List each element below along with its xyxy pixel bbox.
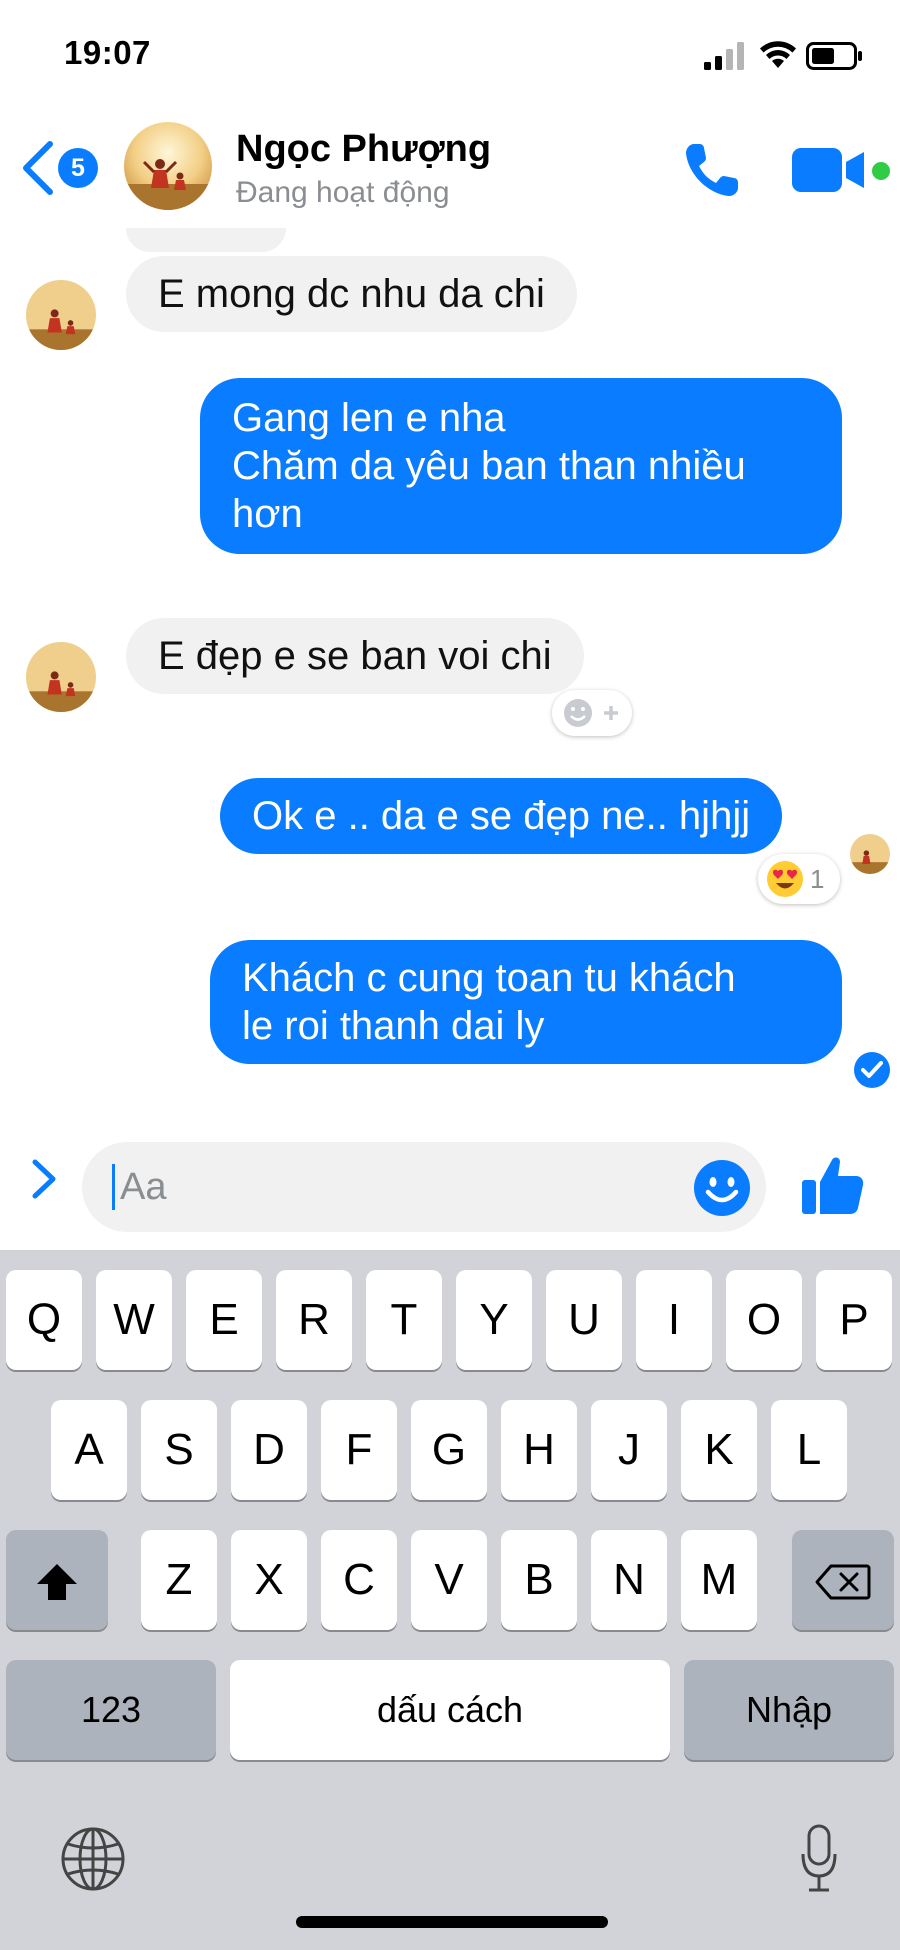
incoming-message[interactable]: E mong dc nhu da chi (126, 256, 577, 332)
home-indicator[interactable] (296, 1916, 608, 1928)
chevron-left-icon (23, 141, 53, 195)
status-bar: 19:07 (0, 0, 900, 110)
status-time: 19:07 (64, 34, 151, 71)
key-l[interactable]: L (771, 1400, 847, 1500)
key-e[interactable]: E (186, 1270, 262, 1370)
delivered-check-icon (854, 1052, 890, 1088)
emoji-icon[interactable] (692, 1158, 752, 1218)
shift-arrow-icon (37, 1564, 77, 1601)
avatar-image (124, 122, 212, 210)
key-n[interactable]: N (591, 1530, 667, 1630)
online-indicator (872, 162, 890, 180)
message-composer (0, 1108, 900, 1250)
backspace-key[interactable] (792, 1530, 894, 1630)
key-w[interactable]: W (96, 1270, 172, 1370)
unread-count-badge: 5 (58, 148, 98, 188)
previous-message-bubble (126, 228, 286, 252)
outgoing-message[interactable]: Gang len e nha Chăm da yêu ban than nhiề… (200, 378, 842, 554)
thumbs-up-icon[interactable] (800, 1152, 866, 1218)
contact-name[interactable]: Ngọc Phượng (236, 128, 491, 171)
globe-icon[interactable] (60, 1826, 126, 1892)
sender-avatar[interactable] (26, 280, 96, 350)
key-r[interactable]: R (276, 1270, 352, 1370)
heart-eyes-emoji-icon (767, 861, 803, 897)
key-o[interactable]: O (726, 1270, 802, 1370)
add-reaction-icon (564, 699, 618, 727)
phone-call-icon[interactable] (680, 138, 744, 202)
key-y[interactable]: Y (456, 1270, 532, 1370)
key-p[interactable]: P (816, 1270, 892, 1370)
key-b[interactable]: B (501, 1530, 577, 1630)
conversation-header: 5 Ngọc Phượng Đang hoạt động (0, 110, 900, 228)
message-text-line: Khách c cung toan tu khách (242, 956, 736, 1000)
avatar-image (26, 642, 96, 712)
chevron-right-icon[interactable] (26, 1156, 62, 1202)
key-j[interactable]: J (591, 1400, 667, 1500)
key-t[interactable]: T (366, 1270, 442, 1370)
key-i[interactable]: I (636, 1270, 712, 1370)
space-key[interactable]: dấu cách (230, 1660, 670, 1760)
key-g[interactable]: G (411, 1400, 487, 1500)
message-text-line: Gang len e nha (232, 396, 506, 440)
message-text-line: Chăm da yêu ban than nhiều (232, 444, 746, 488)
video-call-icon[interactable] (792, 146, 868, 194)
wifi-icon (760, 41, 796, 68)
message-text-line: hơn (232, 492, 303, 536)
reaction-summary[interactable]: 1 (758, 854, 840, 904)
microphone-icon[interactable] (800, 1824, 838, 1894)
key-k[interactable]: K (681, 1400, 757, 1500)
outgoing-message[interactable]: Khách c cung toan tu khách le roi thanh … (210, 940, 842, 1064)
key-h[interactable]: H (501, 1400, 577, 1500)
key-f[interactable]: F (321, 1400, 397, 1500)
message-input-wrapper[interactable] (82, 1142, 766, 1232)
seen-indicator-avatar (850, 834, 890, 874)
cellular-signal-icon (704, 42, 744, 70)
text-caret (112, 1164, 115, 1210)
key-z[interactable]: Z (141, 1530, 217, 1630)
key-x[interactable]: X (231, 1530, 307, 1630)
outgoing-message[interactable]: Ok e .. da e se đẹp ne.. hjhjj (220, 778, 783, 854)
back-button[interactable]: 5 (20, 138, 100, 198)
key-v[interactable]: V (411, 1530, 487, 1630)
message-text: E đẹp e se ban voi chi (158, 634, 552, 678)
key-q[interactable]: Q (6, 1270, 82, 1370)
incoming-message[interactable]: E đẹp e se ban voi chi (126, 618, 584, 694)
message-text: E mong dc nhu da chi (158, 272, 545, 316)
avatar-image (850, 834, 890, 874)
key-u[interactable]: U (546, 1270, 622, 1370)
message-text-line: le roi thanh dai ly (242, 1004, 545, 1048)
active-status: Đang hoạt động (236, 176, 450, 209)
message-input[interactable] (120, 1160, 640, 1214)
key-a[interactable]: A (51, 1400, 127, 1500)
message-list[interactable]: E mong dc nhu da chi Gang len e nha Chăm… (0, 228, 900, 1108)
sender-avatar[interactable] (26, 642, 96, 712)
contact-avatar[interactable] (124, 122, 212, 210)
return-key[interactable]: Nhập (684, 1660, 894, 1760)
avatar-image (26, 280, 96, 350)
message-text: Ok e .. da e se đẹp ne.. hjhjj (252, 794, 751, 838)
ios-keyboard: Q W E R T Y U I O P A S D F G H J K L Z … (0, 1250, 900, 1950)
add-reaction-button[interactable] (552, 690, 632, 736)
numbers-key[interactable]: 123 (6, 1660, 216, 1760)
key-c[interactable]: C (321, 1530, 397, 1630)
backspace-icon (815, 1564, 871, 1600)
shift-key[interactable] (6, 1530, 108, 1630)
key-d[interactable]: D (231, 1400, 307, 1500)
reaction-count: 1 (810, 864, 825, 894)
key-s[interactable]: S (141, 1400, 217, 1500)
key-m[interactable]: M (681, 1530, 757, 1630)
battery-icon (806, 42, 862, 70)
